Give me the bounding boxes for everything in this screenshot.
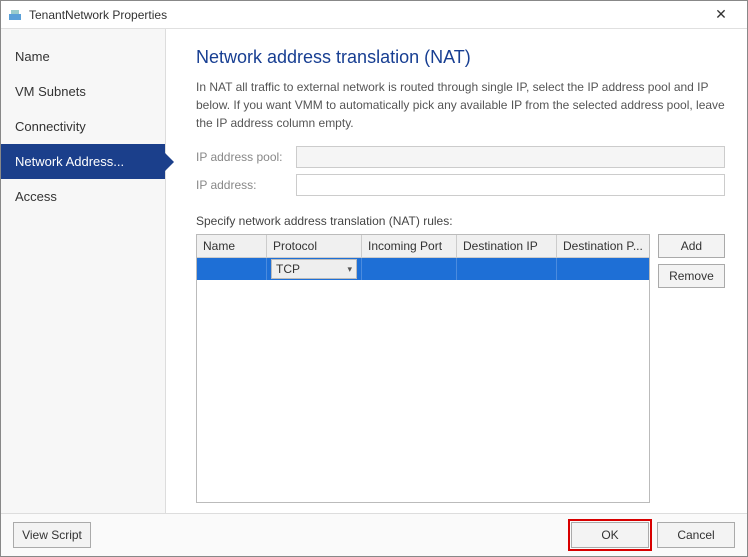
- table-row[interactable]: TCP ▾: [197, 258, 649, 280]
- col-destination-ip[interactable]: Destination IP: [457, 235, 557, 257]
- page-heading: Network address translation (NAT): [196, 47, 725, 68]
- cell-protocol[interactable]: TCP ▾: [267, 258, 362, 280]
- cell-destination-port[interactable]: [557, 258, 649, 280]
- grid-header: Name Protocol Incoming Port Destination …: [197, 235, 649, 258]
- cell-destination-ip[interactable]: [457, 258, 557, 280]
- col-incoming-port[interactable]: Incoming Port: [362, 235, 457, 257]
- app-icon: [7, 7, 23, 23]
- col-destination-port[interactable]: Destination P...: [557, 235, 649, 257]
- add-button[interactable]: Add: [658, 234, 725, 258]
- remove-button[interactable]: Remove: [658, 264, 725, 288]
- sidebar-item-connectivity[interactable]: Connectivity: [1, 109, 165, 144]
- sidebar-item-name[interactable]: Name: [1, 39, 165, 74]
- col-name[interactable]: Name: [197, 235, 267, 257]
- close-icon[interactable]: ✕: [701, 6, 741, 23]
- ip-pool-select[interactable]: [296, 146, 725, 168]
- ok-button[interactable]: OK: [571, 522, 649, 548]
- nat-rules-grid[interactable]: Name Protocol Incoming Port Destination …: [196, 234, 650, 503]
- page-description: In NAT all traffic to external network i…: [196, 78, 725, 132]
- cell-incoming-port[interactable]: [362, 258, 457, 280]
- ip-address-row: IP address:: [196, 174, 725, 196]
- ip-address-input[interactable]: [296, 174, 725, 196]
- protocol-value: TCP: [276, 262, 300, 276]
- cancel-button[interactable]: Cancel: [657, 522, 735, 548]
- sidebar-item-vmsubnets[interactable]: VM Subnets: [1, 74, 165, 109]
- chevron-down-icon[interactable]: ▾: [347, 264, 352, 275]
- sidebar: Name VM Subnets Connectivity Network Add…: [1, 29, 166, 513]
- window-title: TenantNetwork Properties: [29, 8, 701, 22]
- sidebar-item-network-address[interactable]: Network Address...: [1, 144, 165, 179]
- rules-label: Specify network address translation (NAT…: [196, 214, 725, 228]
- ip-pool-row: IP address pool:: [196, 146, 725, 168]
- col-protocol[interactable]: Protocol: [267, 235, 362, 257]
- title-bar: TenantNetwork Properties ✕: [1, 1, 747, 29]
- main-panel: Network address translation (NAT) In NAT…: [166, 29, 747, 513]
- view-script-button[interactable]: View Script: [13, 522, 91, 548]
- ip-address-label: IP address:: [196, 178, 296, 192]
- footer: View Script OK Cancel: [1, 513, 747, 556]
- cell-name[interactable]: [197, 258, 267, 280]
- ip-pool-label: IP address pool:: [196, 150, 296, 164]
- sidebar-item-access[interactable]: Access: [1, 179, 165, 214]
